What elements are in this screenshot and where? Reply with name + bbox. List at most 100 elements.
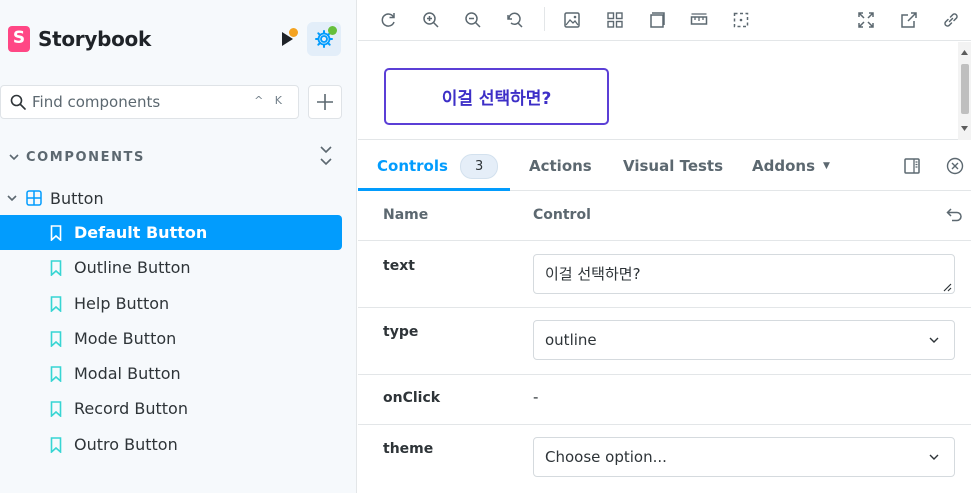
chevron-down-icon xyxy=(929,454,939,460)
outline-button[interactable] xyxy=(727,6,755,34)
open-new-tab-button[interactable] xyxy=(895,6,923,34)
reload-icon xyxy=(381,13,395,27)
text-control-input[interactable]: 이걸 선택하면? xyxy=(533,254,955,294)
fullscreen-button[interactable] xyxy=(852,6,880,34)
tab-visual-tests[interactable]: Visual Tests xyxy=(623,141,723,190)
preview-button[interactable]: 이걸 선택하면? xyxy=(384,68,609,125)
brand-name: Storybook xyxy=(38,27,152,51)
control-row-text: text 이걸 선택하면? xyxy=(358,242,971,308)
zoom-out-icon xyxy=(465,12,481,28)
select-value: outline xyxy=(545,331,597,349)
bookmark-icon xyxy=(50,224,62,241)
resize-grip-icon xyxy=(943,283,952,292)
addon-tabs: Controls 3 Actions Visual Tests Addons ▼ xyxy=(358,141,971,191)
search-box[interactable]: ^ K xyxy=(0,85,299,119)
bookmark-icon xyxy=(50,400,62,417)
column-header-control: Control xyxy=(533,207,591,223)
status-dot xyxy=(328,26,337,35)
tab-label: Controls xyxy=(377,157,448,175)
zoom-in-icon xyxy=(423,12,439,28)
grid-button[interactable] xyxy=(601,6,629,34)
story-preview: 이걸 선택하면? xyxy=(358,42,971,140)
panel-orientation-button[interactable] xyxy=(898,152,926,180)
remount-button[interactable] xyxy=(374,6,402,34)
close-panel-button[interactable] xyxy=(941,152,969,180)
story-record-button[interactable]: Record Button xyxy=(0,391,342,426)
tab-label: Actions xyxy=(529,156,592,175)
arg-name: text xyxy=(383,258,415,274)
play-button[interactable] xyxy=(270,22,304,56)
search-icon xyxy=(10,94,26,110)
link-icon xyxy=(944,13,958,27)
control-row-onclick: onClick - xyxy=(358,375,971,425)
story-label: Outline Button xyxy=(74,258,191,277)
story-outro-button[interactable]: Outro Button xyxy=(0,427,342,462)
settings-button[interactable] xyxy=(307,22,341,56)
zoom-reset-icon xyxy=(507,12,523,28)
section-label: COMPONENTS xyxy=(26,149,145,165)
story-mode-button[interactable]: Mode Button xyxy=(0,321,342,356)
chevron-down-icon xyxy=(7,195,17,202)
main-panel: 이걸 선택하면? Controls 3 Actions Visual Tests… xyxy=(358,0,971,493)
copy-link-button[interactable] xyxy=(937,6,965,34)
preview-scrollbar[interactable] xyxy=(958,42,971,140)
zoom-reset-button[interactable] xyxy=(501,6,529,34)
chevron-down-icon xyxy=(929,337,939,343)
story-modal-button[interactable]: Modal Button xyxy=(0,356,342,391)
open-new-icon xyxy=(901,12,917,28)
column-header-name: Name xyxy=(383,207,429,223)
arg-name: theme xyxy=(383,441,434,457)
brand[interactable]: S Storybook xyxy=(8,24,151,54)
story-outline-button[interactable]: Outline Button xyxy=(0,250,342,285)
close-icon xyxy=(946,157,964,175)
select-value: Choose option... xyxy=(545,448,667,466)
storybook-logo: S xyxy=(8,26,30,52)
bookmark-icon xyxy=(50,259,62,276)
zoom-out-button[interactable] xyxy=(459,6,487,34)
component-icon xyxy=(26,190,42,206)
theme-select[interactable]: Choose option... xyxy=(533,437,955,477)
zoom-in-button[interactable] xyxy=(417,6,445,34)
story-label: Default Button xyxy=(74,223,208,242)
tab-addons[interactable]: Addons ▼ xyxy=(752,141,830,190)
sidebar-right-icon xyxy=(904,158,920,174)
control-row-theme: theme Choose option... xyxy=(358,425,971,493)
tree-group-label: Button xyxy=(50,188,104,208)
measure-icon xyxy=(690,13,708,25)
bookmark-icon xyxy=(50,365,62,382)
scroll-down-arrow-icon xyxy=(961,126,968,131)
components-section-header[interactable]: COMPONENTS xyxy=(8,146,338,167)
controls-count-badge: 3 xyxy=(459,153,499,179)
tab-label: Visual Tests xyxy=(623,156,724,175)
viewport-button[interactable] xyxy=(643,6,671,34)
tab-label: Addons xyxy=(752,156,815,175)
chevron-down-icon xyxy=(9,154,19,161)
story-default-button[interactable]: Default Button xyxy=(0,215,342,250)
control-row-type: type outline xyxy=(358,308,971,375)
onclick-value: - xyxy=(533,388,539,406)
scroll-up-arrow-icon xyxy=(961,50,968,55)
type-select[interactable]: outline xyxy=(533,320,955,360)
search-input[interactable] xyxy=(32,93,252,111)
outline-icon xyxy=(733,12,749,28)
tab-controls[interactable]: Controls 3 xyxy=(358,141,510,191)
toolbar xyxy=(358,0,971,41)
collapse-all-icon xyxy=(320,146,332,166)
tab-actions[interactable]: Actions xyxy=(529,141,592,190)
measure-button[interactable] xyxy=(685,6,713,34)
bookmark-icon xyxy=(50,330,62,347)
collapse-all-button[interactable] xyxy=(318,145,334,171)
bookmark-icon xyxy=(50,295,62,312)
reset-controls-button[interactable] xyxy=(945,205,963,227)
scroll-thumb[interactable] xyxy=(961,64,969,114)
search-shortcut: ^ K xyxy=(254,94,286,107)
fullscreen-icon xyxy=(858,12,874,28)
tree-group-button[interactable]: Button xyxy=(6,186,104,210)
plus-icon xyxy=(317,94,333,110)
grid-icon xyxy=(607,12,623,28)
create-button[interactable] xyxy=(308,85,342,119)
background-button[interactable] xyxy=(558,6,586,34)
story-help-button[interactable]: Help Button xyxy=(0,286,342,321)
sidebar: S Storybook ^ K COMPONENTS xyxy=(0,0,357,493)
bookmark-icon xyxy=(50,436,62,453)
